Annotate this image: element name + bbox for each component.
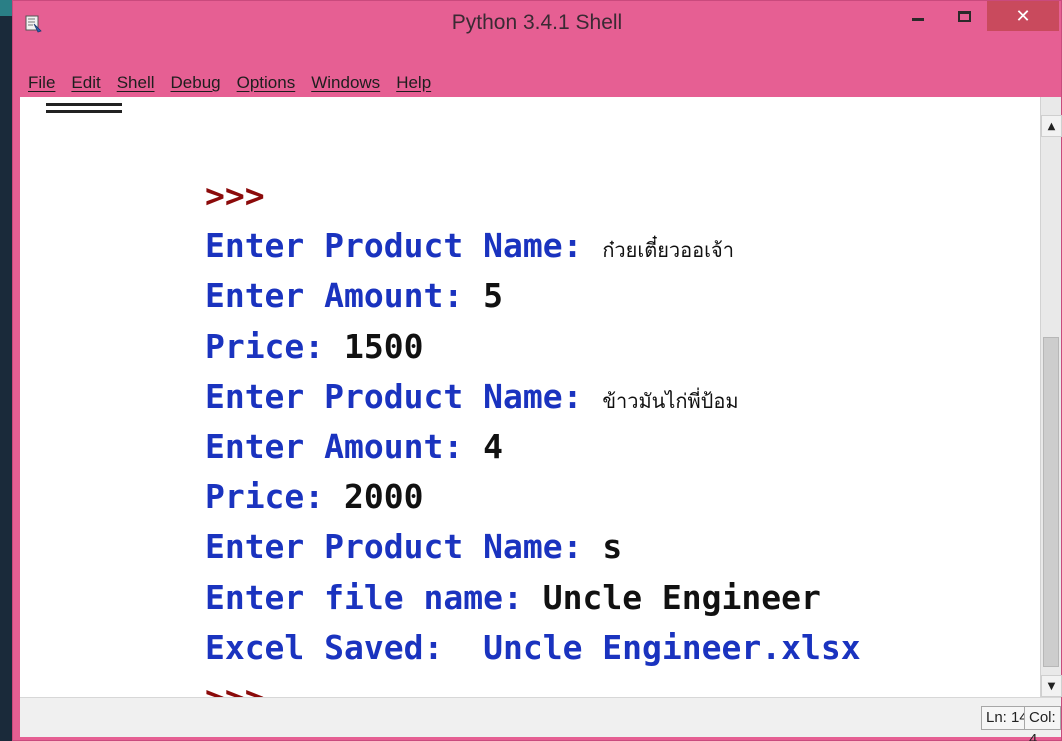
menu-help[interactable]: Help — [388, 69, 439, 97]
output-value: 2000 — [344, 477, 424, 517]
minimize-button[interactable] — [895, 1, 941, 31]
menu-edit[interactable]: Edit — [63, 69, 108, 97]
desktop-background — [0, 0, 12, 741]
status-bar: Ln: 14 Col: 4 — [20, 697, 1061, 741]
output-value: 1500 — [344, 326, 424, 366]
output-label: Price: — [204, 477, 345, 517]
shell-text-area[interactable]: >>> Enter Product Name: ก๋วยเตี๋ยวออเจ้า… — [20, 97, 1040, 697]
output-label: Enter Amount: — [204, 426, 484, 466]
output-label: Enter file name: — [204, 577, 543, 617]
title-bar[interactable]: Python 3.4.1 Shell ✕ — [13, 1, 1061, 39]
scrollbar-thumb[interactable] — [1043, 337, 1059, 667]
output-label: Price: — [204, 326, 345, 366]
maximize-icon — [957, 10, 971, 22]
minimize-icon — [912, 17, 924, 21]
vertical-scrollbar[interactable]: ▲ ▼ — [1040, 97, 1062, 697]
menu-options[interactable]: Options — [229, 69, 304, 97]
output-value: ข้าวมันไก่พี่ป้อม — [602, 388, 739, 413]
output-label: Enter Product Name: — [204, 527, 603, 567]
shell-prompt: >>> — [205, 678, 265, 697]
idle-shell-window: Python 3.4.1 Shell ✕ File Edit Shell Deb… — [12, 0, 1062, 741]
menu-bar: File Edit Shell Debug Options Windows He… — [20, 69, 439, 97]
close-icon: ✕ — [1015, 5, 1031, 27]
output-value: 5 — [483, 276, 503, 316]
output-value: s — [602, 527, 623, 567]
output-label: Enter Product Name: — [204, 376, 603, 416]
menu-windows[interactable]: Windows — [303, 69, 388, 97]
output-value: Uncle Engineer — [542, 577, 821, 617]
close-button[interactable]: ✕ — [987, 1, 1059, 31]
menu-shell[interactable]: Shell — [109, 69, 163, 97]
maximize-button[interactable] — [941, 1, 987, 31]
output-label: Excel Saved: Uncle Engineer.xlsx — [204, 627, 861, 667]
shell-prompt: >>> — [204, 176, 265, 215]
output-label: Enter Product Name: — [204, 226, 603, 266]
output-label: Enter Amount: — [204, 276, 484, 316]
output-value: ก๋วยเตี๋ยวออเจ้า — [602, 238, 734, 263]
output-value: 4 — [483, 426, 503, 466]
column-number-indicator: Col: 4 — [1024, 706, 1061, 741]
menu-file[interactable]: File — [20, 69, 63, 97]
shell-output: >>> Enter Product Name: ก๋วยเตี๋ยวออเจ้า… — [46, 121, 861, 697]
prompt-line: >>> — [46, 121, 861, 215]
scroll-down-icon[interactable]: ▼ — [1041, 675, 1062, 697]
separator-line — [46, 103, 122, 117]
scroll-up-icon[interactable]: ▲ — [1041, 115, 1062, 137]
menu-debug[interactable]: Debug — [163, 69, 229, 97]
